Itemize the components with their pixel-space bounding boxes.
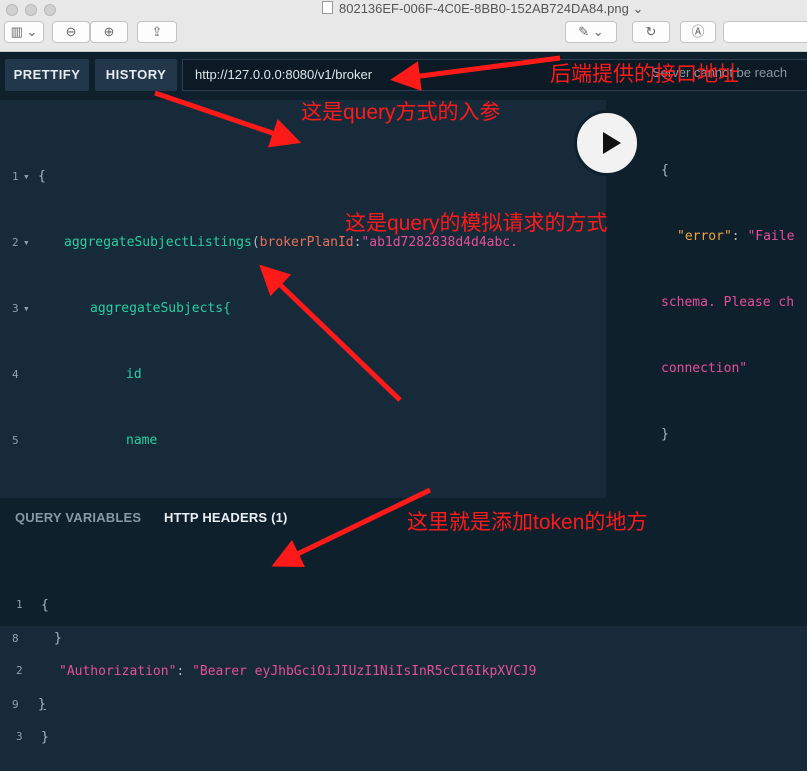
annotation-query-mock: 这是query的模拟请求的方式 xyxy=(345,212,608,235)
arrow-to-url xyxy=(390,55,561,91)
arrow-to-params xyxy=(154,90,302,148)
annotation-token-place: 这里就是添加token的地方 xyxy=(407,511,648,534)
annotation-query-params: 这是query方式的入参 xyxy=(301,101,501,124)
annotation-backend-url: 后端提供的接口地址 xyxy=(550,63,739,86)
arrow-to-query xyxy=(259,264,402,402)
annotation-arrows xyxy=(154,55,561,567)
